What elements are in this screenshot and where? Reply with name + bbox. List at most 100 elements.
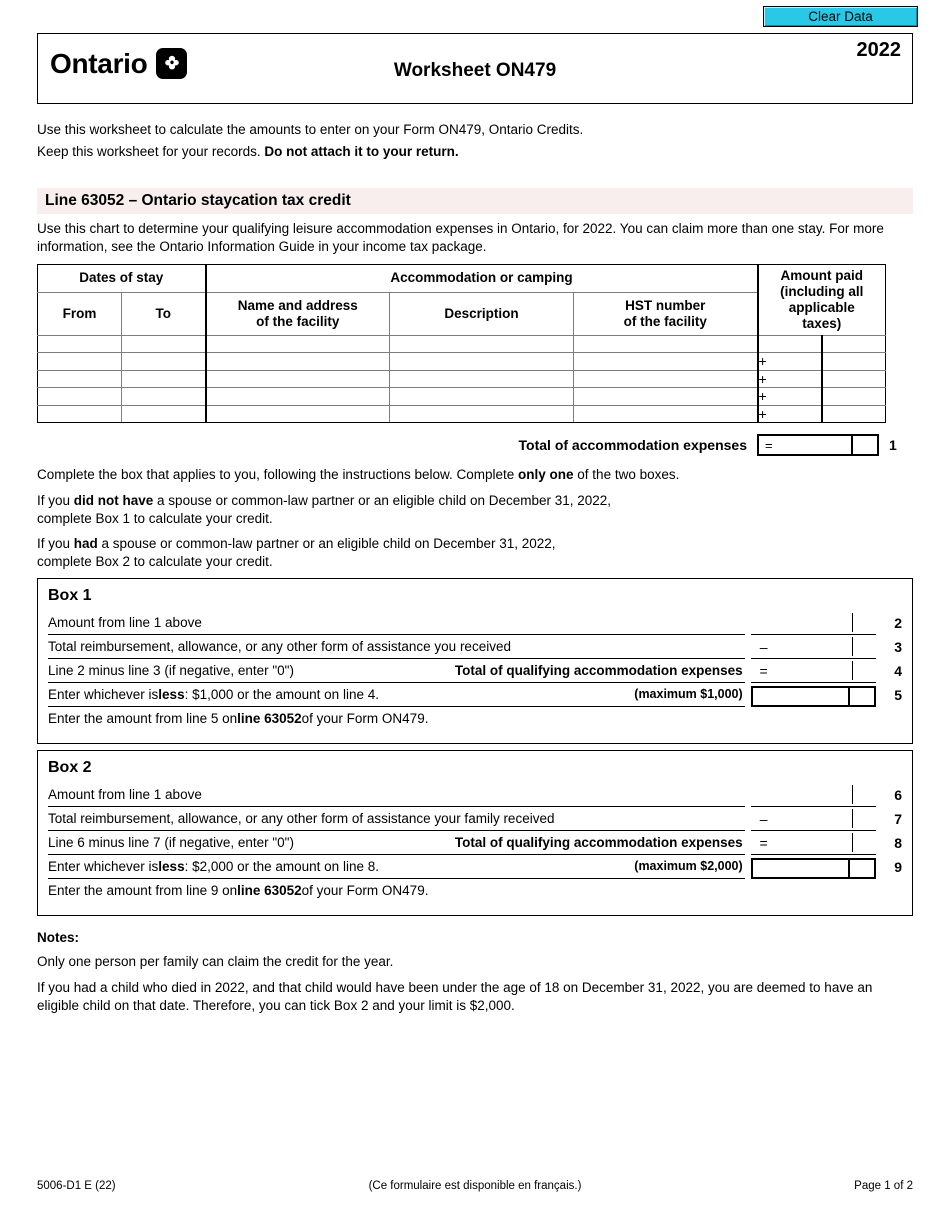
expense-cents-cell[interactable] [820, 352, 886, 371]
box2-row-8-amount-field[interactable] [776, 831, 877, 855]
box2-row-9-dollars[interactable] [753, 860, 848, 877]
header-amount-paid-line-3: applicable [788, 299, 855, 315]
expense-hst-cell[interactable] [573, 387, 758, 406]
expense-name-cell[interactable] [204, 352, 390, 371]
expense-description-cell[interactable] [389, 387, 574, 406]
expense-amount-cell[interactable]: + [756, 352, 822, 371]
expense-name-cell[interactable] [204, 387, 390, 406]
expense-amount-cell[interactable] [756, 334, 822, 354]
expense-description-cell[interactable] [389, 334, 574, 354]
expense-from-cell[interactable] [37, 334, 122, 354]
box1-row-2-operator [750, 611, 777, 635]
accommodation-expense-table: Dates of stay Accommodation or camping A… [37, 264, 886, 424]
expense-to-cell[interactable] [121, 334, 206, 354]
table-row: + [37, 352, 886, 371]
box-1-footer-a: Enter the amount from line 5 on [48, 711, 238, 726]
box1-row-5-label: Enter whichever is less: $1,000 or the a… [48, 683, 745, 707]
box1-row-5-dollars[interactable] [753, 688, 848, 705]
box1-row-4-cents-divider [852, 661, 854, 680]
intro-text: Use this worksheet to calculate the amou… [37, 122, 913, 166]
table-row: + [37, 387, 886, 406]
box2-row-9-label: Enter whichever is less: $2,000 or the a… [48, 855, 745, 879]
total-accommodation-field[interactable]: = [757, 434, 879, 456]
total-accommodation-dollars[interactable]: = [759, 436, 851, 454]
box1-line-number-3: 3 [894, 639, 903, 655]
expense-description-cell[interactable] [389, 369, 574, 389]
section-description-text: Use this chart to determine your qualify… [37, 221, 884, 254]
instruction-2-bold: did not have [73, 492, 154, 508]
box1-row-2-amount-field[interactable] [776, 611, 877, 635]
expense-to-cell[interactable] [121, 352, 206, 371]
box1-row-3-amount-field[interactable] [776, 635, 877, 659]
box1-row-5-label-bold: less [158, 686, 185, 702]
instruction-1-a: Complete the box that applies to you, fo… [37, 467, 519, 482]
expense-hst-cell[interactable] [573, 352, 758, 371]
box2-row-9-label-a: Enter whichever is [48, 858, 159, 874]
total-accommodation-label: Total of accommodation expenses [518, 437, 747, 453]
box-1-container: Box 1 Amount from line 1 above 2 Total rei… [37, 578, 913, 744]
box2-row-6-amount-field[interactable] [776, 783, 877, 807]
box2-line-number-7: 7 [894, 811, 903, 827]
box1-row-3-cents-divider [852, 637, 854, 656]
box1-row-5-amount-field[interactable] [750, 686, 877, 707]
box2-row-9-amount-field[interactable] [750, 858, 877, 879]
box-2-footer-a: Enter the amount from line 9 on [48, 883, 238, 898]
instruction-3-bold: had [73, 536, 98, 552]
footer-page-number: Page 1 of 2 [854, 1180, 913, 1192]
box1-row-2: Amount from line 1 above 2 [48, 611, 902, 635]
box2-row-9-cents[interactable] [848, 860, 874, 877]
expense-hst-cell[interactable] [573, 334, 758, 354]
expense-to-cell[interactable] [121, 387, 206, 406]
expense-to-cell[interactable] [121, 404, 206, 424]
expense-cents-cell[interactable] [820, 369, 886, 389]
instruction-2-b: a spouse or common-law partner or an eli… [153, 492, 612, 508]
box2-row-6-cents-divider [852, 785, 854, 804]
header-accommodation-or-camping: Accommodation or camping [204, 264, 758, 293]
expense-amount-cell[interactable]: + [756, 369, 822, 389]
box1-row-4-amount-field[interactable] [776, 659, 877, 683]
total-accommodation-cents[interactable] [851, 436, 877, 454]
expense-from-cell[interactable] [37, 369, 122, 389]
box2-row-8-cents-divider [852, 833, 854, 852]
table-row: + [37, 404, 886, 424]
box1-row-5-cents[interactable] [848, 688, 874, 705]
expense-cents-cell[interactable] [820, 404, 886, 424]
expense-amount-cell[interactable]: + [756, 404, 822, 424]
box2-row-7-label: Total reimbursement, allowance, or any o… [48, 807, 745, 831]
box-2-container: Box 2 Amount from line 1 above 6 Total rei… [37, 750, 913, 916]
note-2: If you had a child who died in 2022, and… [37, 979, 873, 1013]
expense-description-cell[interactable] [389, 404, 574, 424]
expense-name-cell[interactable] [204, 334, 390, 354]
notes-title: Notes: [37, 930, 80, 945]
box1-row-4: Line 2 minus line 3 (if negative, enter … [48, 659, 902, 683]
expense-name-cell[interactable] [204, 404, 390, 424]
total-accommodation-expenses-row: Total of accommodation expenses = 1 [37, 434, 913, 456]
expense-description-cell[interactable] [389, 352, 574, 371]
table-row: + [37, 369, 886, 389]
box1-row-5-label-a: Enter whichever is [48, 686, 159, 702]
expense-amount-cell[interactable]: + [756, 387, 822, 406]
box2-row-9-label-b: : $2,000 or the amount on line 8. [184, 858, 379, 874]
table-group-header-row: Dates of stay Accommodation or camping A… [37, 264, 886, 336]
box2-row-8-label-text: Line 6 minus line 7 (if negative, enter … [48, 834, 294, 850]
expense-hst-cell[interactable] [573, 404, 758, 424]
expense-from-cell[interactable] [37, 387, 122, 406]
expense-cents-cell[interactable] [820, 334, 886, 354]
expense-to-cell[interactable] [121, 369, 206, 389]
instruction-1-bold: only one [518, 467, 574, 482]
header-amount-paid-line-4: taxes) [802, 315, 842, 331]
clear-data-button[interactable]: Clear Data [763, 6, 918, 27]
expense-cents-cell[interactable] [820, 387, 886, 406]
header-hst-number: HST number of the facility [573, 291, 758, 336]
box2-row-7-amount-field[interactable] [776, 807, 877, 831]
expense-hst-cell[interactable] [573, 369, 758, 389]
table-row [37, 334, 886, 354]
box-1-footer-b: of your Form ON479. [301, 711, 429, 726]
box1-row-5: Enter whichever is less: $1,000 or the a… [48, 683, 902, 707]
box2-row-6: Amount from line 1 above 6 [48, 783, 902, 807]
expense-from-cell[interactable] [37, 404, 122, 424]
box1-row-2-label-text: Amount from line 1 above [48, 614, 202, 630]
instruction-3-c: complete Box 2 to calculate your credit. [37, 554, 273, 570]
expense-from-cell[interactable] [37, 352, 122, 371]
expense-name-cell[interactable] [204, 369, 390, 389]
